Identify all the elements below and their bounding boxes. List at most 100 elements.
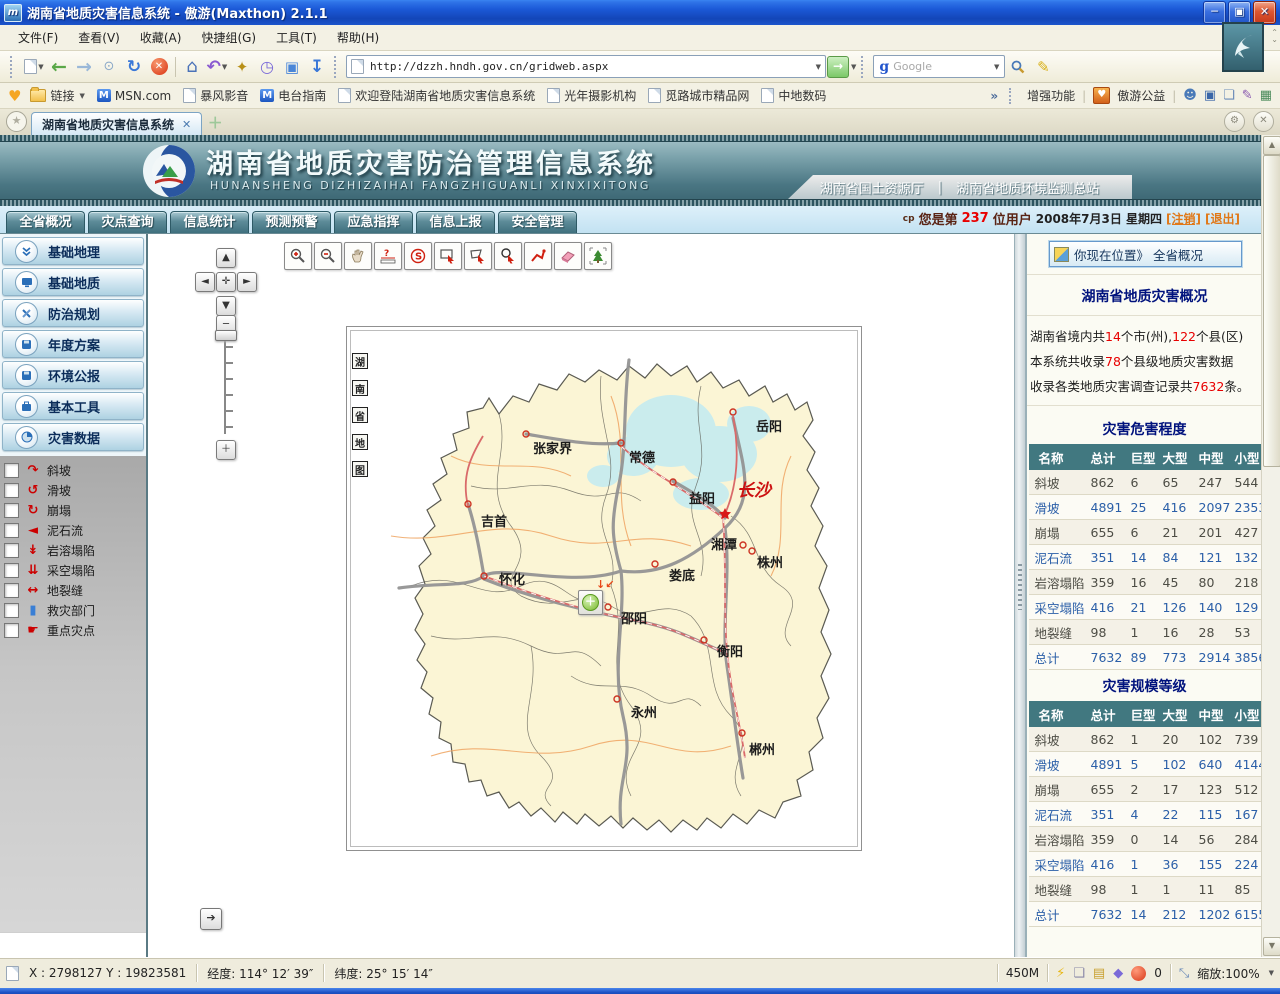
pan-down-button[interactable]: ▼ [216, 296, 236, 316]
layer-checkbox[interactable] [4, 463, 19, 478]
setup-wrench-icon[interactable]: ⚙ [1224, 111, 1245, 132]
plugins-icon[interactable]: ▦ [1260, 88, 1272, 103]
more-links-chevron[interactable]: » [990, 89, 998, 103]
zoom-slider-handle[interactable] [215, 330, 237, 341]
charity-link[interactable]: 傲游公益 [1117, 87, 1165, 104]
nav-tab-2[interactable]: 信息统计 [170, 211, 249, 233]
zoom-level[interactable]: 缩放:100% [1197, 965, 1259, 982]
nav-tab-3[interactable]: 预测预警 [252, 211, 331, 233]
window-cascade-icon[interactable]: ❏ [1073, 966, 1085, 981]
active-tab[interactable]: 湖南省地质灾害信息系统 ✕ [31, 112, 202, 135]
map-full-extent-button[interactable] [584, 242, 612, 270]
quick-link-4[interactable]: 欢迎登陆湖南省地质灾害信息系统 [333, 85, 540, 106]
quick-link-5[interactable]: 光年摄影机构 [542, 85, 641, 106]
layer-item-4[interactable]: ↡岩溶塌陷 [0, 540, 146, 560]
menu-item-0[interactable]: 文件(F) [8, 28, 68, 48]
history-button[interactable]: ◷ [255, 55, 279, 79]
layer-checkbox[interactable] [4, 603, 19, 618]
page-dropdown-button[interactable]: ⊙ [97, 55, 121, 79]
locate-button[interactable]: ＋ [578, 590, 603, 615]
expand-right-button[interactable]: ➔ [200, 908, 222, 930]
quick-link-1[interactable]: MMSN.com [92, 87, 176, 105]
zoom-dropdown-icon[interactable]: ▼ [1269, 969, 1274, 977]
layer-item-7[interactable]: ▮救灾部门 [0, 600, 146, 620]
search-box[interactable]: g Google ▼ [873, 55, 1005, 78]
pan-left-button[interactable]: ◄ [195, 272, 215, 292]
layer-checkbox[interactable] [4, 543, 19, 558]
addressbar-grip[interactable] [334, 56, 341, 78]
menu-item-1[interactable]: 查看(V) [68, 28, 130, 48]
sidebar-section-4[interactable]: 环境公报 [2, 361, 144, 389]
refresh-button[interactable]: ↻ [122, 55, 146, 79]
proxy-icon[interactable]: ☻ [1183, 88, 1197, 103]
search-go-icon[interactable] [1006, 55, 1030, 79]
sidebar-section-5[interactable]: 基本工具 [2, 392, 144, 420]
close-button[interactable]: ✕ [1253, 1, 1276, 24]
favorites-heart-icon[interactable]: ♥ [8, 87, 21, 105]
layer-checkbox[interactable] [4, 523, 19, 538]
zoom-plus-button[interactable]: ＋ [216, 440, 236, 460]
window-mode-icon[interactable]: ▣ [1204, 88, 1216, 103]
filter-diamond-icon[interactable]: ◆ [1113, 966, 1123, 981]
layer-item-5[interactable]: ⇊采空塌陷 [0, 560, 146, 580]
layer-item-3[interactable]: ◄泥石流 [0, 520, 146, 540]
pan-center-button[interactable]: ✛ [216, 272, 236, 292]
exit-link[interactable]: [退出] [1205, 210, 1240, 227]
quick-link-6[interactable]: 觅路城市精品网 [643, 85, 754, 106]
menu-item-2[interactable]: 收藏(A) [130, 28, 192, 48]
sidebar-section-6[interactable]: 灾害数据 [2, 423, 144, 451]
new-window-icon[interactable]: ▤ [1093, 966, 1105, 981]
map-pan-button[interactable] [344, 242, 372, 270]
address-dropdown-icon[interactable]: ▼ [816, 63, 821, 71]
layer-item-8[interactable]: ☛重点灾点 [0, 620, 146, 640]
go-button[interactable]: → [827, 56, 849, 78]
collapse-chevron-icon[interactable]: ⌃⌄ [1271, 29, 1278, 43]
nav-tab-1[interactable]: 灾点查询 [88, 211, 167, 233]
charity-shield-icon[interactable]: ♥ [1093, 87, 1110, 104]
scroll-thumb[interactable] [1263, 155, 1280, 467]
back-button[interactable]: ← [47, 55, 71, 79]
logout-link[interactable]: [注销] [1166, 210, 1201, 227]
layer-checkbox[interactable] [4, 503, 19, 518]
layer-item-6[interactable]: ↔地裂缝 [0, 580, 146, 600]
search-grip[interactable] [861, 56, 868, 78]
sidebar-section-2[interactable]: 防治规划 [2, 299, 144, 327]
window-list-button[interactable]: ▣ [280, 55, 304, 79]
minimize-button[interactable]: ─ [1203, 1, 1226, 24]
download-button[interactable]: ↧ [305, 55, 329, 79]
scroll-down-icon[interactable]: ▼ [1263, 937, 1280, 956]
layer-item-1[interactable]: ↺滑坡 [0, 480, 146, 500]
map-scale-button[interactable]: S [404, 242, 432, 270]
menu-item-4[interactable]: 工具(T) [266, 28, 327, 48]
pen-tools-icon[interactable]: ✎ [1242, 88, 1253, 103]
map-eraser-button[interactable] [554, 242, 582, 270]
sidebar-section-3[interactable]: 年度方案 [2, 330, 144, 358]
map-zoom-out-button[interactable] [314, 242, 342, 270]
undo-button[interactable]: ↶▼ [205, 55, 229, 79]
close-all-icon[interactable]: ✕ [1253, 111, 1274, 132]
search-dropdown-icon[interactable]: ▼ [994, 63, 999, 71]
address-input[interactable] [368, 59, 811, 74]
resize-icon[interactable]: ⤡ [1179, 966, 1189, 981]
panel-splitter[interactable] [1014, 234, 1026, 957]
zoom-slider-track[interactable] [224, 334, 226, 434]
nav-tab-0[interactable]: 全省概况 [6, 211, 85, 233]
layer-checkbox[interactable] [4, 483, 19, 498]
nav-tab-4[interactable]: 应急指挥 [334, 211, 413, 233]
toolbar-grip[interactable] [10, 56, 17, 78]
go-dropdown-icon[interactable]: ▼ [851, 63, 856, 71]
new-page-button[interactable]: ▼ [22, 55, 46, 79]
boost-lightning-icon[interactable]: ⚡ [1056, 966, 1065, 981]
maxthon-logo[interactable] [1222, 22, 1264, 72]
map-select-polygon-button[interactable] [464, 242, 492, 270]
layer-item-2[interactable]: ↻崩塌 [0, 500, 146, 520]
banner-link-station[interactable]: 湖南省地质环境监测总站 [956, 178, 1099, 197]
quick-link-2[interactable]: 暴风影音 [178, 85, 253, 106]
magic-fill-button[interactable]: ✦ [230, 55, 254, 79]
scroll-up-icon[interactable]: ▲ [1263, 136, 1280, 155]
menu-item-5[interactable]: 帮助(H) [327, 28, 389, 48]
map-select-circle-button[interactable] [494, 242, 522, 270]
sidebar-section-1[interactable]: 基础地质 [2, 268, 144, 296]
stop-button[interactable]: ✕ [147, 55, 171, 79]
map-select-rect-button[interactable] [434, 242, 462, 270]
